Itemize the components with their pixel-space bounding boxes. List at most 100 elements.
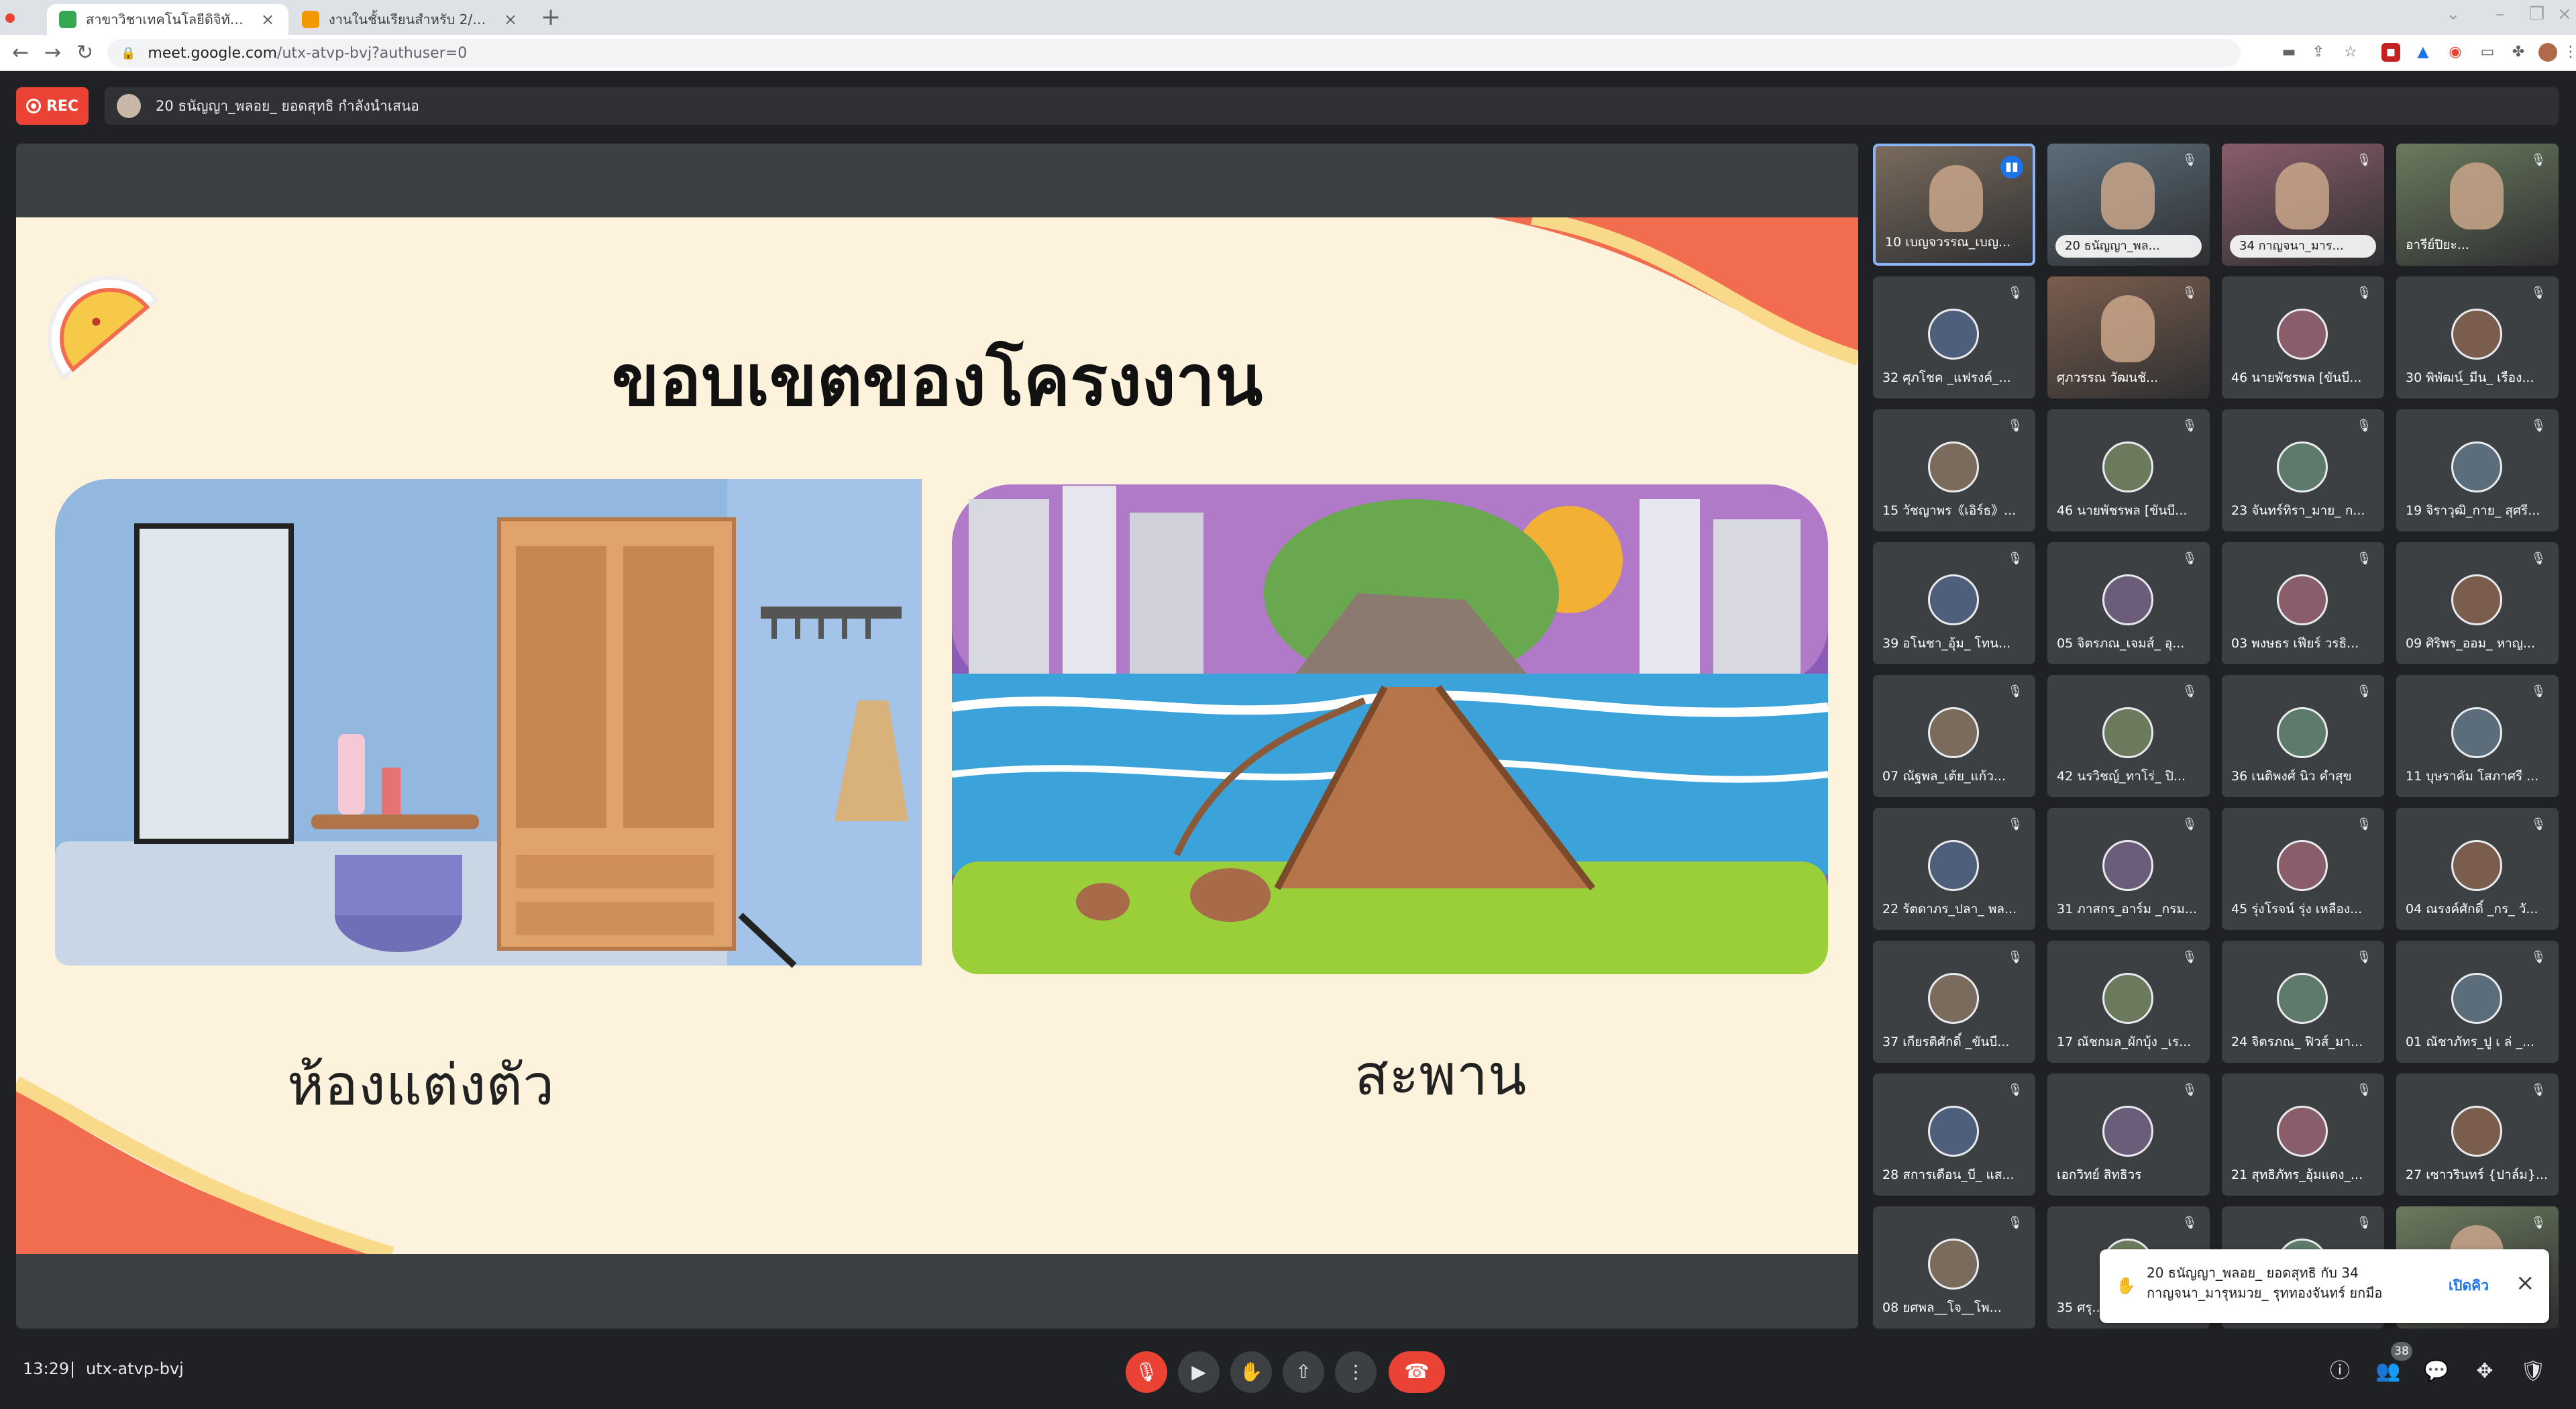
raised-hand-notification: ✋ 20 ธนัญญา_พลอย_ ยอดสุทธิ กับ 34 กาญจนา… — [2100, 1249, 2549, 1323]
end-call-icon[interactable]: ☎ — [1389, 1351, 1445, 1393]
people-icon[interactable]: 👥 — [2375, 1358, 2402, 1385]
puzzle-icon[interactable]: ✤ — [2509, 43, 2528, 62]
participant-tile[interactable]: 🎙 23 จันทร์ทิรา_มาย_ ก... — [2222, 409, 2384, 531]
mic-muted-icon: 🎙 — [2007, 419, 2023, 433]
participant-tile[interactable]: 🎙 42 นรวิชญ์_ทาโร่_ ปิ... — [2047, 675, 2210, 797]
participant-tile[interactable]: 🎙 22 รัตดาภร_ปลา_ พล... — [1873, 808, 2035, 930]
new-tab-button[interactable]: + — [541, 5, 561, 30]
participant-tile[interactable]: 🎙 20 ธนัญญา_พล... — [2047, 144, 2210, 266]
participant-tile[interactable]: 🎙 39 อโนชา_อุ้ม_ โทน... — [1873, 542, 2035, 664]
open-queue-button[interactable]: เปิดคิว — [2449, 1275, 2489, 1297]
info-icon[interactable]: ⓘ — [2326, 1358, 2353, 1385]
avatar — [2102, 707, 2153, 758]
participant-tile[interactable]: 🎙 17 ณัชกมล_ผักบุ้ง _เร... — [2047, 941, 2210, 1063]
participant-tile[interactable]: 🎙 27 เซาวรินทร์ {ปาล์ม}... — [2396, 1074, 2559, 1196]
participant-tile[interactable]: 🎙 11 บุษราคัม โสภาศรี ... — [2396, 675, 2559, 797]
reload-icon[interactable]: ↻ — [76, 43, 93, 63]
chat-icon[interactable]: 💬 — [2423, 1358, 2450, 1385]
avatar — [2451, 309, 2502, 360]
recording-indicator-icon — [5, 12, 17, 24]
participant-tile[interactable]: 🎙 08 ยศพล__โจ__โพ... — [1873, 1206, 2035, 1328]
mic-muted-icon: 🎙 — [2356, 1083, 2372, 1097]
participant-name: 21 สุทธิภัทร_อุ้มแดง_... — [2231, 1167, 2363, 1182]
restore-icon[interactable]: ❐ — [2529, 4, 2544, 24]
mic-off-icon[interactable]: 🎙 — [1126, 1351, 1167, 1393]
extension-icon[interactable]: ◉ — [2446, 43, 2465, 62]
participant-video — [2275, 162, 2329, 229]
participant-tile[interactable]: 🎙 01 ณัชาภัทร_ปู เ ล่ _... — [2396, 941, 2559, 1063]
mic-muted-icon: 🎙 — [2530, 419, 2546, 433]
present-screen-icon[interactable]: ⇧ — [1283, 1351, 1324, 1393]
participant-tile[interactable]: 🎙 03 พงษธร เฟียร์ วรธิ... — [2222, 542, 2384, 664]
profile-avatar[interactable] — [2538, 43, 2557, 62]
more-options-icon[interactable]: ⋮ — [1335, 1351, 1377, 1393]
participant-tile[interactable]: 🎙 46 นายพัชรพล [ขันบี... — [2047, 409, 2210, 531]
minimize-icon[interactable]: – — [2496, 4, 2504, 24]
participant-tile[interactable]: 🎙 36 เนติพงศ์ นิว คำสุข — [2222, 675, 2384, 797]
tab-close-icon[interactable]: × — [259, 10, 276, 29]
mic-muted-icon: 🎙 — [2007, 286, 2023, 300]
tab-close-icon[interactable]: × — [502, 10, 519, 29]
participant-tile[interactable]: 🎙 30 พิพัฒน์_มีน_ เรือง... — [2396, 276, 2559, 399]
participant-name: 27 เซาวรินทร์ {ปาล์ม}... — [2406, 1167, 2548, 1182]
tab-2-title: งานในชั้นเรียนสำหรับ 2/2564 วิชา 4... — [329, 11, 494, 28]
participant-name: 23 จันทร์ทิรา_มาย_ ก... — [2231, 503, 2365, 518]
participant-tile[interactable]: 🎙 ศุภวรรณ วัฒนชั... — [2047, 276, 2210, 399]
mic-muted-icon: 🎙 — [2356, 153, 2372, 167]
participant-video — [2450, 162, 2504, 229]
star-icon[interactable]: ☆ — [2341, 43, 2360, 62]
participant-video — [2101, 295, 2155, 362]
camera-icon[interactable]: ▬ — [2279, 43, 2298, 62]
participant-tile[interactable]: 🎙 อารีย์ปิยะ... — [2396, 144, 2559, 266]
separator: | — [70, 1359, 76, 1378]
close-window-icon[interactable]: × — [2557, 4, 2572, 24]
close-icon[interactable]: × — [2516, 1269, 2535, 1296]
participant-name: 46 นายพัชรพล [ขันบี... — [2231, 370, 2362, 385]
mic-muted-icon: 🎙 — [2182, 286, 2198, 300]
avatar — [2102, 1106, 2153, 1157]
participant-name: 42 นรวิชญ์_ทาโร่_ ปิ... — [2057, 769, 2186, 784]
slide-title: ขอบเขตของโครงงาน — [611, 340, 1263, 421]
participant-tile[interactable]: 🎙 19 จิราวุฒิ_กาย_ สุศรี... — [2396, 409, 2559, 531]
back-icon[interactable]: ← — [12, 43, 29, 63]
participant-tile[interactable]: 🎙 34 กาญจนา_มาร... — [2222, 144, 2384, 266]
participant-tile[interactable]: 🎙 45 รุ่งโรจน์ รุ่ง เหลือง... — [2222, 808, 2384, 930]
participant-name: 07 ณัฐพล_เต้ย_แก้ว... — [1882, 769, 2006, 784]
tab-1[interactable]: สาขาวิชาเทคโนโลยีดิจิทัลเพื่อสังคมและนิเ… — [47, 4, 288, 35]
cast-icon[interactable]: ▭ — [2478, 43, 2497, 62]
avatar — [2277, 441, 2328, 492]
participant-name: 45 รุ่งโรจน์ รุ่ง เหลือง... — [2231, 902, 2363, 917]
mic-muted-icon: 🎙 — [2356, 950, 2372, 964]
participant-tile[interactable]: 🎙 28 สการเดือน_บี_ แส... — [1873, 1074, 2035, 1196]
forward-icon[interactable]: → — [44, 43, 61, 63]
participant-tile[interactable]: 🎙 เอกวิทย์ สิทธิวร — [2047, 1074, 2210, 1196]
participant-tile[interactable]: 🎙 07 ณัฐพล_เต้ย_แก้ว... — [1873, 675, 2035, 797]
participant-tile[interactable]: 🎙 24 จิตรภณ_ ฟิวส์_มา... — [2222, 941, 2384, 1063]
participant-tile[interactable]: 🎙 21 สุทธิภัทร_อุ้มแดง_... — [2222, 1074, 2384, 1196]
camera-toggle-icon[interactable]: ▶ — [1178, 1351, 1220, 1393]
participant-tile[interactable]: 🎙 05 จิตรภณ_เจมส์_ อุ... — [2047, 542, 2210, 664]
url-field[interactable]: 🔒 meet.google.com/utx-atvp-bvj?authuser=… — [107, 39, 2241, 67]
pdf-extension-icon[interactable]: ▪ — [2381, 43, 2400, 62]
participant-tile[interactable]: 🎙 37 เกียรติศักดิ์ _ขันบี... — [1873, 941, 2035, 1063]
share-icon[interactable]: ⇪ — [2309, 43, 2328, 62]
participant-tile[interactable]: 🎙 46 นายพัชรพล [ขันบี... — [2222, 276, 2384, 399]
participant-tile[interactable]: 🎙 15 วัชญาพร《เอิร์ธ》... — [1873, 409, 2035, 531]
participant-tile[interactable]: ▮▮ 10 เบญจวรรณ_เบญ... — [1873, 144, 2035, 266]
host-controls-icon[interactable]: 🛡 — [2520, 1358, 2546, 1385]
raise-hand-icon[interactable]: ✋ — [1230, 1351, 1272, 1393]
participant-tile[interactable]: 🎙 32 ศุภโชค _แฟรงค์_... — [1873, 276, 2035, 399]
participant-tile[interactable]: 🎙 09 ศิริพร_ออม_ หาญ... — [2396, 542, 2559, 664]
activities-icon[interactable]: ✥ — [2471, 1358, 2498, 1385]
tab-2[interactable]: งานในชั้นเรียนสำหรับ 2/2564 วิชา 4... × — [290, 4, 531, 35]
mic-muted-icon: 🎙 — [2356, 552, 2372, 566]
drive-extension-icon[interactable]: ▲ — [2414, 43, 2432, 62]
menu-icon[interactable]: ⋮ — [2561, 43, 2576, 62]
avatar — [1928, 840, 1979, 891]
participant-tile[interactable]: 🎙 04 ณรงค์ศักดิ์ _กร_ วั... — [2396, 808, 2559, 930]
presenter-avatar — [117, 94, 141, 118]
mic-muted-icon: 🎙 — [2356, 684, 2372, 698]
chevron-down-icon[interactable]: ⌄ — [2446, 4, 2461, 24]
participant-tile[interactable]: 🎙 31 ภาสกร_อาร์ม _กรม... — [2047, 808, 2210, 930]
participant-name: เอกวิทย์ สิทธิวร — [2057, 1167, 2142, 1182]
